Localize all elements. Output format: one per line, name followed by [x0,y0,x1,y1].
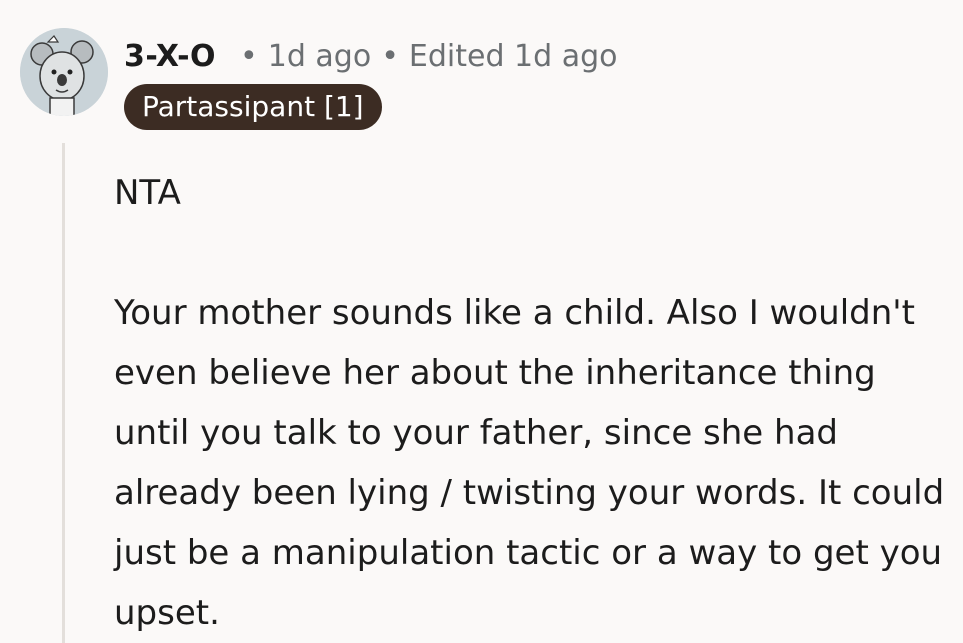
username-link[interactable]: 3-X-O [124,39,216,74]
comment-paragraph: NTA [114,173,181,213]
comment-body: NTA Your mother sounds like a child. Als… [114,163,959,643]
meta-separator: • [381,38,399,74]
comment-paragraph: Your mother sounds like a child. Also I … [114,293,945,633]
thread-collapse-line[interactable] [62,143,65,643]
koala-avatar-icon [20,28,108,116]
comment-meta: 3-X-O • 1d ago • Edited 1d ago [124,34,617,78]
user-flair-badge[interactable]: Partassipant [1] [124,84,382,130]
edited-label: Edited 1d ago [408,38,618,74]
meta-separator: • [240,38,258,74]
comment-age[interactable]: 1d ago [268,39,371,74]
user-avatar[interactable] [20,28,108,116]
